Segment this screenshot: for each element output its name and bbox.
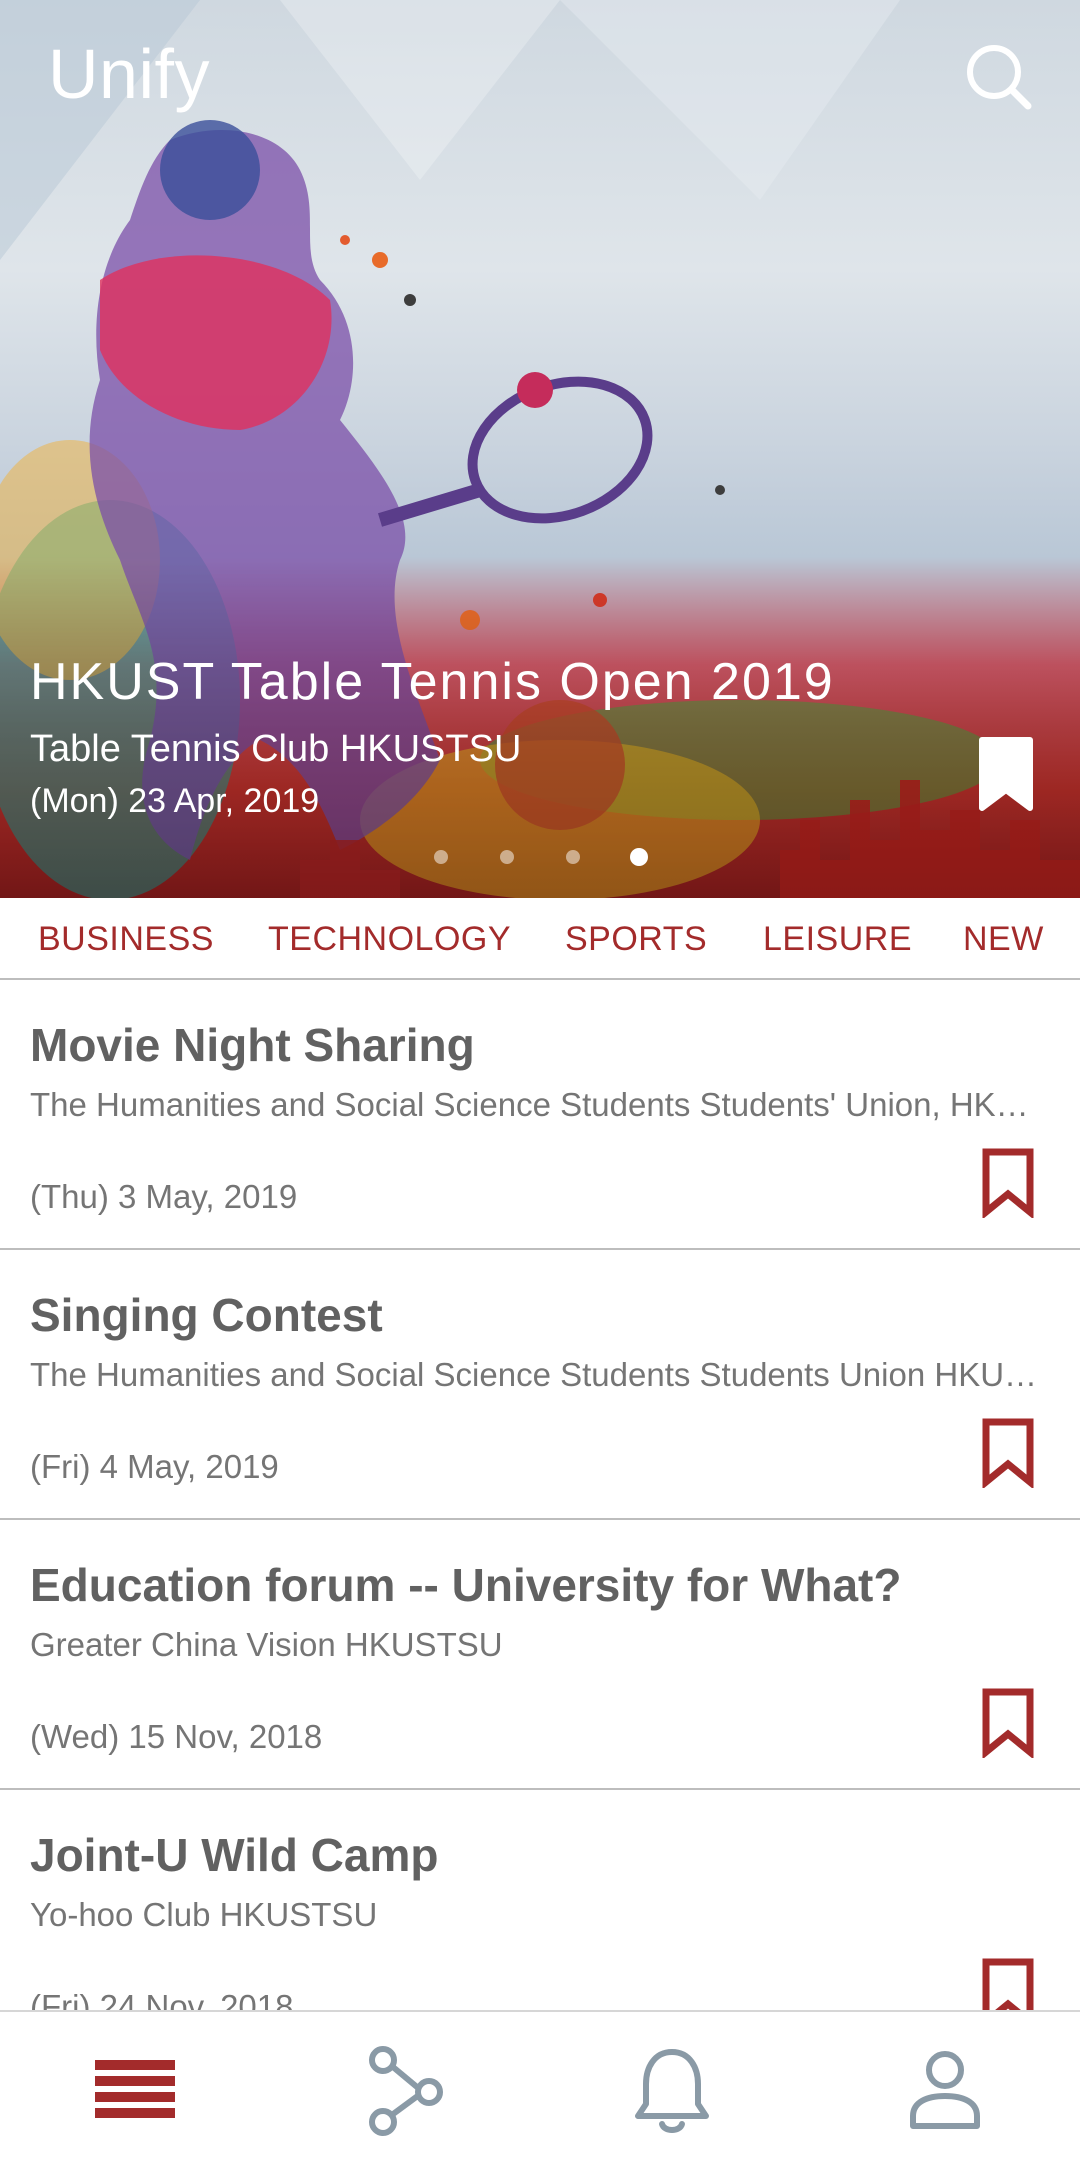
search-icon[interactable]	[958, 36, 1038, 116]
carousel-dot[interactable]	[566, 850, 580, 864]
bottom-navigation	[0, 2010, 1080, 2158]
tab-leisure[interactable]: LEISURE	[763, 920, 912, 959]
share-icon[interactable]	[355, 2040, 455, 2140]
event-date: (Thu) 3 May, 2019	[30, 1178, 298, 1215]
bookmark-icon[interactable]	[980, 1418, 1036, 1490]
tab-business[interactable]: BUSINESS	[38, 920, 214, 959]
hero-event-date: (Mon) 23 Apr, 2019	[30, 782, 320, 820]
app-title: Unify	[48, 35, 210, 113]
event-card[interactable]: Movie Night Sharing The Humanities and S…	[0, 980, 1080, 1250]
tab-new[interactable]: NEW	[963, 920, 1044, 959]
bell-icon[interactable]	[622, 2040, 722, 2140]
event-title: Movie Night Sharing	[30, 1019, 475, 1071]
event-organizer: Yo-hoo Club HKUSTSU	[30, 1896, 378, 1933]
event-title: Education forum -- University for What?	[30, 1559, 902, 1611]
event-card[interactable]: Singing Contest The Humanities and Socia…	[0, 1250, 1080, 1520]
carousel-dot[interactable]	[500, 850, 514, 864]
carousel-dot-active[interactable]	[630, 848, 648, 866]
event-date: (Wed) 15 Nov, 2018	[30, 1718, 323, 1755]
carousel-dot[interactable]	[434, 850, 448, 864]
event-organizer: The Humanities and Social Science Studen…	[30, 1356, 1040, 1393]
hero-event-title: HKUST Table Tennis Open 2019	[30, 653, 835, 711]
event-organizer: The Humanities and Social Science Studen…	[30, 1086, 1040, 1123]
bookmark-icon[interactable]	[980, 1148, 1036, 1220]
category-tabs: BUSINESS TECHNOLOGY SPORTS LEISURE NEW	[0, 898, 1080, 980]
event-date: (Fri) 4 May, 2019	[30, 1448, 279, 1485]
person-icon[interactable]	[895, 2040, 995, 2140]
tab-technology[interactable]: TECHNOLOGY	[268, 920, 511, 959]
hero-bookmark-icon[interactable]	[974, 736, 1038, 812]
event-title: Joint-U Wild Camp	[30, 1829, 439, 1881]
event-organizer: Greater China Vision HKUSTSU	[30, 1626, 503, 1663]
event-card[interactable]: Education forum -- University for What? …	[0, 1520, 1080, 1790]
hero-event-organizer: Table Tennis Club HKUSTSU	[30, 728, 522, 770]
bookmark-icon[interactable]	[980, 1688, 1036, 1760]
list-icon[interactable]	[85, 2040, 185, 2140]
hero-banner[interactable]: Unify HKUST Table Tennis Open 2019 Table…	[0, 0, 1080, 898]
carousel-indicator	[0, 848, 1080, 870]
tab-sports[interactable]: SPORTS	[565, 920, 707, 959]
event-title: Singing Contest	[30, 1289, 383, 1341]
